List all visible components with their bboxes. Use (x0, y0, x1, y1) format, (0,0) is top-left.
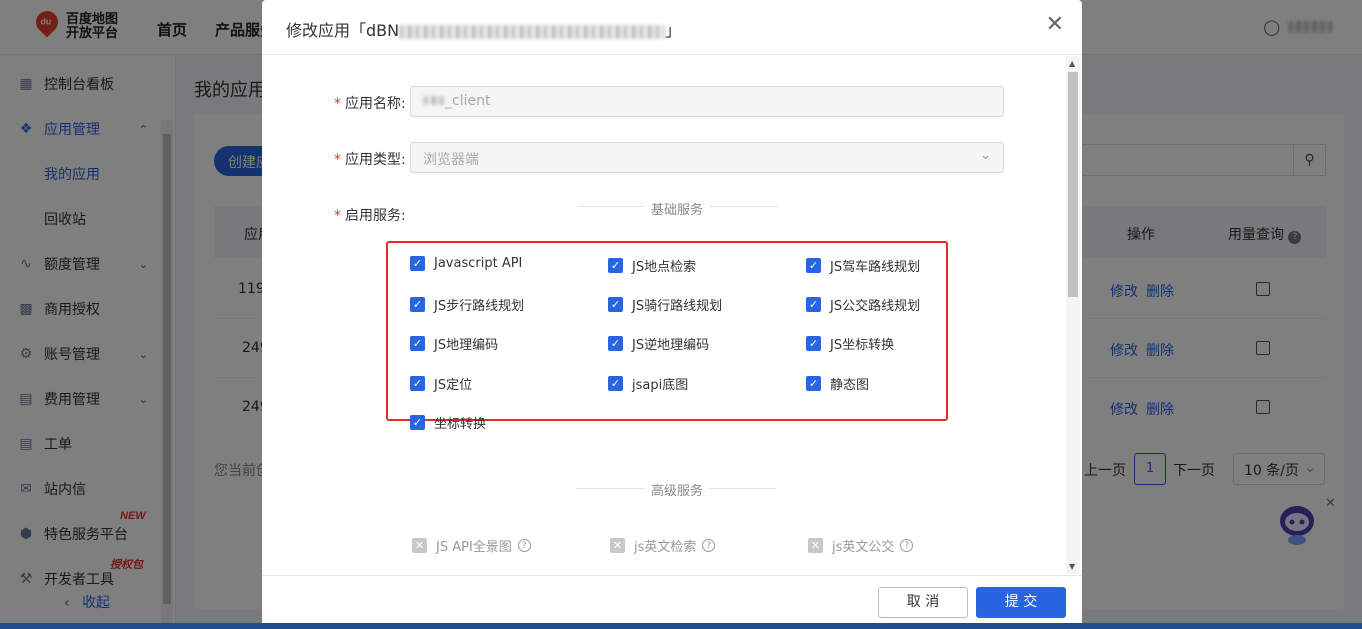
advanced-service-checkbox[interactable]: ✕ js英文检索? (610, 536, 716, 555)
checkbox-checked-icon: ✓ (806, 297, 821, 312)
checkbox-disabled-icon: ✕ (412, 538, 427, 553)
checkbox-checked-icon: ✓ (608, 336, 623, 351)
service-checkbox[interactable]: ✓ 静态图 (806, 374, 869, 393)
enabled-services-label: * 启用服务: (334, 208, 406, 224)
app-type-select[interactable]: 浏览器端 ⌄ (410, 142, 1004, 173)
checkbox-disabled-icon: ✕ (808, 538, 823, 553)
app-type-label: * 应用类型: (334, 152, 406, 168)
edit-app-dialog: 修改应用「dBN」 ✕ * 应用名称: _client * 应用类型: 浏览器端 ⌄… (262, 0, 1082, 623)
taskbar (0, 623, 1362, 629)
checkbox-checked-icon: ✓ (410, 256, 425, 271)
advanced-service-checkbox[interactable]: ✕ js英文公交? (808, 536, 914, 555)
service-checkbox[interactable]: ✓ JS驾车路线规划 (806, 256, 920, 275)
service-checkbox[interactable]: ✓ JS步行路线规划 (410, 295, 524, 314)
scroll-down-icon[interactable]: ▼ (1069, 562, 1075, 571)
close-icon[interactable]: ✕ (1046, 14, 1064, 36)
checkbox-checked-icon: ✓ (410, 415, 425, 430)
service-checkbox[interactable]: ✓ JS公交路线规划 (806, 295, 920, 314)
scroll-up-icon[interactable]: ▲ (1069, 59, 1075, 68)
service-checkbox[interactable]: ✓ JS地理编码 (410, 334, 498, 353)
checkbox-checked-icon: ✓ (806, 336, 821, 351)
service-checkbox[interactable]: ✓ JS逆地理编码 (608, 334, 709, 353)
checkbox-checked-icon: ✓ (608, 297, 623, 312)
service-checkbox[interactable]: ✓ 坐标转换 (410, 413, 486, 432)
cancel-button[interactable]: 取 消 (878, 587, 968, 618)
checkbox-checked-icon: ✓ (806, 258, 821, 273)
app-name-field[interactable]: _client (410, 86, 1004, 117)
checkbox-disabled-icon: ✕ (610, 538, 625, 553)
service-checkbox[interactable]: ✓ JS坐标转换 (806, 334, 894, 353)
help-icon[interactable]: ? (900, 539, 914, 552)
app-name-label: * 应用名称: (334, 96, 406, 112)
checkbox-checked-icon: ✓ (410, 376, 425, 391)
checkbox-checked-icon: ✓ (410, 336, 425, 351)
checkbox-checked-icon: ✓ (608, 376, 623, 391)
advanced-services-heading: 高级服务 (645, 480, 710, 499)
submit-button[interactable]: 提 交 (976, 587, 1066, 618)
dialog-footer: 取 消 提 交 (262, 575, 1082, 623)
dialog-title: 修改应用「dBN」 (286, 21, 682, 40)
service-checkbox[interactable]: ✓ JS骑行路线规划 (608, 295, 722, 314)
dialog-body: * 应用名称: _client * 应用类型: 浏览器端 ⌄ * 启用服务: 基础服务… (262, 56, 1065, 574)
checkbox-checked-icon: ✓ (410, 297, 425, 312)
basic-services-heading: 基础服务 (645, 199, 710, 218)
checkbox-checked-icon: ✓ (806, 376, 821, 391)
advanced-service-checkbox[interactable]: ✕ JS API全景图? (412, 536, 531, 555)
service-checkbox[interactable]: ✓ JS地点检索 (608, 256, 696, 275)
chevron-down-icon: ⌄ (980, 148, 991, 163)
dialog-scrollbar[interactable]: ▲ ▼ (1066, 56, 1080, 574)
app-id-redacted (399, 24, 666, 39)
service-checkbox[interactable]: ✓ Javascript API (410, 256, 522, 271)
service-checkbox[interactable]: ✓ jsapi底图 (608, 374, 688, 393)
checkbox-checked-icon: ✓ (608, 258, 623, 273)
service-checkbox[interactable]: ✓ JS定位 (410, 374, 472, 393)
help-icon[interactable]: ? (702, 539, 716, 552)
help-icon[interactable]: ? (517, 539, 531, 552)
dialog-header: 修改应用「dBN」 ✕ (262, 0, 1082, 55)
